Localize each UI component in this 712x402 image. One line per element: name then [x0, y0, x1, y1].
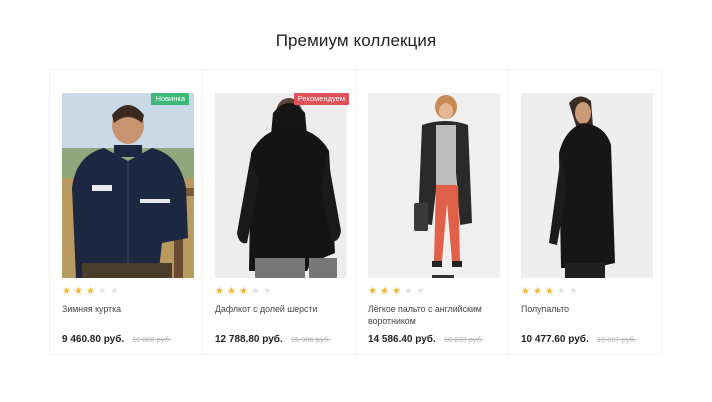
old-price: 15 986 руб.	[290, 335, 331, 344]
price-row: 14 586.40 руб. 18 233 руб.	[368, 329, 483, 347]
star-filled-icon: ★	[85, 286, 95, 297]
product-name[interactable]: Лёгкое пальто с английским воротником	[368, 303, 500, 327]
section-title: Премиум коллекция	[275, 31, 437, 50]
product-name[interactable]: Зимняя куртка	[62, 303, 194, 315]
star-empty-icon: ★	[415, 286, 425, 297]
product-card[interactable]: ★ ★ ★ ★ ★ Лёгкое пальто с английским воротни…	[355, 69, 509, 355]
star-filled-icon: ★	[544, 286, 554, 297]
star-filled-icon: ★	[238, 286, 248, 297]
star-filled-icon: ★	[532, 286, 542, 297]
price: 14 586.40 руб.	[368, 334, 436, 345]
product-name[interactable]: Дафлкот с долей шерсти	[215, 303, 347, 315]
product-image[interactable]	[521, 93, 653, 278]
product-card[interactable]: ★ ★ ★ ★ ★ Полупальто 10 477.60 руб. 13 097 ру…	[508, 69, 662, 355]
star-empty-icon: ★	[109, 286, 119, 297]
old-price: 13 097 руб.	[596, 335, 637, 344]
product-image[interactable]	[215, 93, 347, 278]
rating-stars: ★ ★ ★ ★ ★	[62, 286, 119, 298]
product-card[interactable]: Новинка ★ ★ ★ ★ ★ Зимняя куртка 9 460.80 руб…	[49, 69, 203, 355]
product-grid: Новинка ★ ★ ★ ★ ★ Зимняя куртка 9 460.80 руб…	[49, 69, 665, 355]
product-image[interactable]	[62, 93, 194, 278]
rating-stars: ★ ★ ★ ★ ★	[215, 286, 272, 298]
product-card[interactable]: Рекомендуем ★ ★ ★ ★ ★ Дафлкот с долей шерсти…	[202, 69, 356, 355]
price: 10 477.60 руб.	[521, 334, 589, 345]
star-filled-icon: ★	[379, 286, 389, 297]
star-filled-icon: ★	[368, 286, 377, 297]
old-price: 11 826 руб.	[132, 335, 171, 344]
old-price: 18 233 руб.	[443, 335, 484, 344]
product-image[interactable]	[368, 93, 500, 278]
star-filled-icon: ★	[62, 286, 71, 297]
star-empty-icon: ★	[250, 286, 260, 297]
rating-stars: ★ ★ ★ ★ ★	[521, 286, 578, 298]
badge-new: Новинка	[151, 93, 189, 105]
star-empty-icon: ★	[568, 286, 578, 297]
rating-stars: ★ ★ ★ ★ ★	[368, 286, 425, 298]
price-row: 12 788.80 руб. 15 986 руб.	[215, 329, 330, 347]
price-row: 10 477.60 руб. 13 097 руб.	[521, 329, 636, 347]
price-row: 9 460.80 руб. 11 826 руб.	[62, 329, 171, 347]
star-filled-icon: ★	[73, 286, 83, 297]
star-filled-icon: ★	[215, 286, 224, 297]
star-filled-icon: ★	[391, 286, 401, 297]
badge-recommended: Рекомендуем	[293, 93, 349, 105]
star-empty-icon: ★	[97, 286, 107, 297]
price: 12 788.80 руб.	[215, 334, 283, 345]
star-filled-icon: ★	[521, 286, 530, 297]
star-filled-icon: ★	[226, 286, 236, 297]
star-empty-icon: ★	[556, 286, 566, 297]
product-name[interactable]: Полупальто	[521, 303, 653, 315]
star-empty-icon: ★	[403, 286, 413, 297]
price: 9 460.80 руб.	[62, 334, 125, 345]
star-empty-icon: ★	[262, 286, 272, 297]
